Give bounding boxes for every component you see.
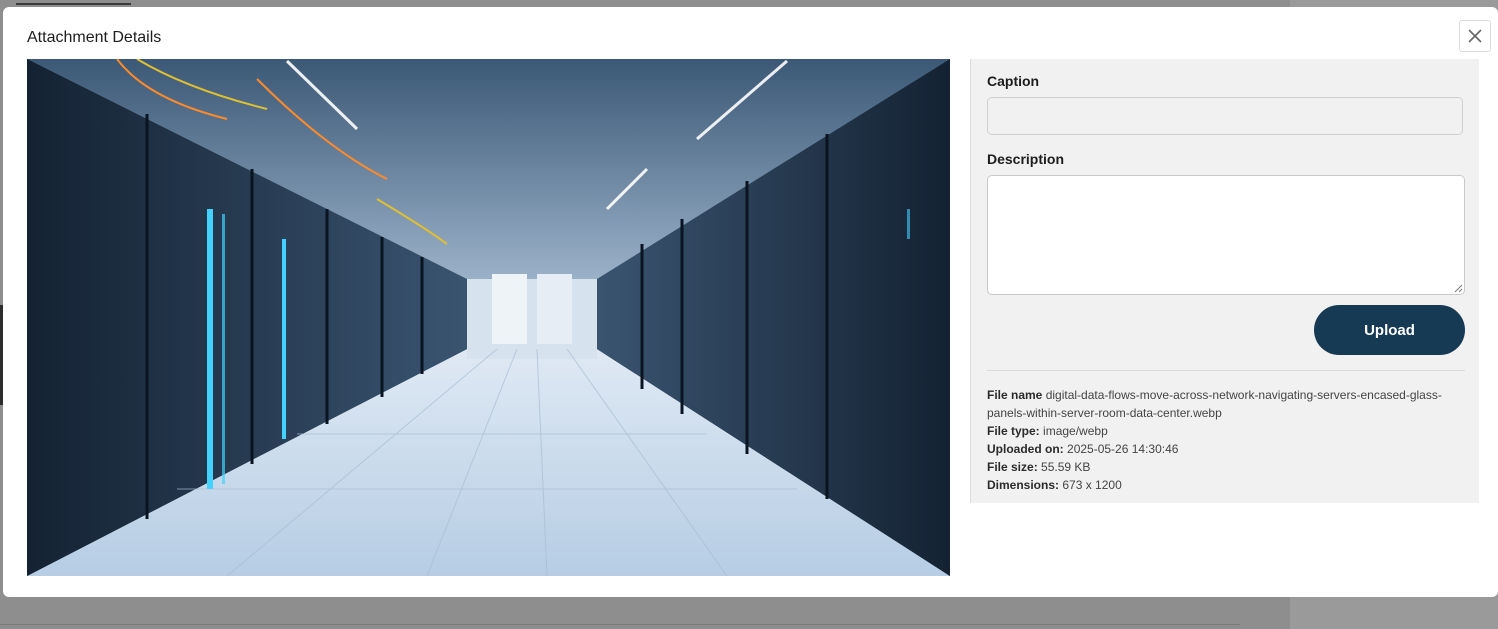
details-divider (987, 370, 1465, 371)
attachment-preview-image (27, 59, 950, 576)
close-icon (1468, 29, 1482, 43)
server-room-image (27, 59, 950, 576)
dimensions-row: Dimensions: 673 x 1200 (987, 476, 1465, 494)
file-name-label: File name (987, 388, 1043, 402)
background-tab-indicator (16, 3, 131, 5)
description-label: Description (987, 151, 1065, 167)
description-textarea[interactable] (987, 175, 1465, 295)
upload-button[interactable]: Upload (1314, 305, 1465, 355)
attachment-details-modal: Attachment Details Caption Description U… (3, 7, 1498, 597)
uploaded-on-row: Uploaded on: 2025-05-26 14:30:46 (987, 440, 1465, 458)
file-size-value: 55.59 KB (1041, 460, 1091, 474)
uploaded-on-label: Uploaded on: (987, 442, 1064, 456)
dimensions-label: Dimensions: (987, 478, 1060, 492)
file-size-label: File size: (987, 460, 1038, 474)
close-button[interactable] (1459, 20, 1491, 52)
file-type-label: File type: (987, 424, 1040, 438)
file-type-row: File type: image/webp (987, 422, 1465, 440)
attachment-details-panel: Caption Description Upload File name dig… (970, 59, 1479, 503)
file-name-value: digital-data-flows-move-across-network-n… (987, 388, 1442, 420)
caption-input[interactable] (987, 97, 1463, 135)
uploaded-on-value: 2025-05-26 14:30:46 (1067, 442, 1179, 456)
dimensions-value: 673 x 1200 (1062, 478, 1122, 492)
background-divider (0, 624, 1240, 625)
caption-label: Caption (987, 73, 1040, 89)
modal-title: Attachment Details (27, 29, 162, 46)
file-metadata: File name digital-data-flows-move-across… (987, 386, 1465, 494)
file-size-row: File size: 55.59 KB (987, 458, 1465, 476)
file-type-value: image/webp (1043, 424, 1108, 438)
file-name-row: File name digital-data-flows-move-across… (987, 386, 1465, 422)
resize-grip-icon[interactable] (1453, 283, 1463, 293)
